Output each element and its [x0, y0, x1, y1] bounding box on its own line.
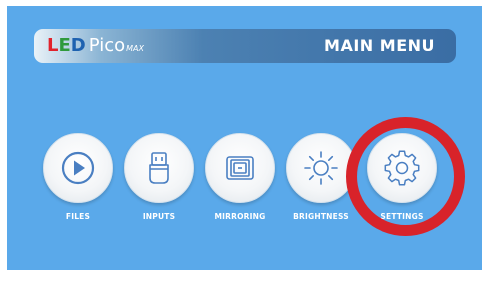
menu-button-files[interactable] [43, 133, 113, 203]
page-title: MAIN MENU [324, 36, 435, 55]
sun-icon [304, 151, 338, 185]
menu-item-files[interactable]: FILES [40, 133, 116, 221]
menu-label-mirroring: MIRRORING [214, 212, 266, 221]
header-bar: LED PicoMAX MAIN MENU [34, 29, 456, 63]
menu-button-brightness[interactable] [286, 133, 356, 203]
gear-icon [384, 150, 420, 186]
menu-item-inputs[interactable]: INPUTS [121, 133, 197, 221]
menu-button-mirroring[interactable] [205, 133, 275, 203]
menu-label-inputs: INPUTS [142, 212, 176, 221]
menu-label-brightness: BRIGHTNESS [293, 212, 349, 221]
tablet-mirror-icon [226, 156, 254, 180]
usb-plug-icon [149, 152, 169, 184]
projector-screen: LED PicoMAX MAIN MENU FILES INPUTS MIRRO… [7, 6, 482, 270]
menu-item-mirroring[interactable]: MIRRORING [202, 133, 278, 221]
menu-item-settings[interactable]: SETTINGS [364, 133, 440, 221]
menu-button-inputs[interactable] [124, 133, 194, 203]
menu-label-files: FILES [65, 212, 91, 221]
menu-label-settings: SETTINGS [380, 212, 424, 221]
menu-item-brightness[interactable]: BRIGHTNESS [283, 133, 359, 221]
brand-logo: LED PicoMAX [47, 35, 144, 56]
menu-button-settings[interactable] [367, 133, 437, 203]
play-icon [61, 151, 95, 185]
